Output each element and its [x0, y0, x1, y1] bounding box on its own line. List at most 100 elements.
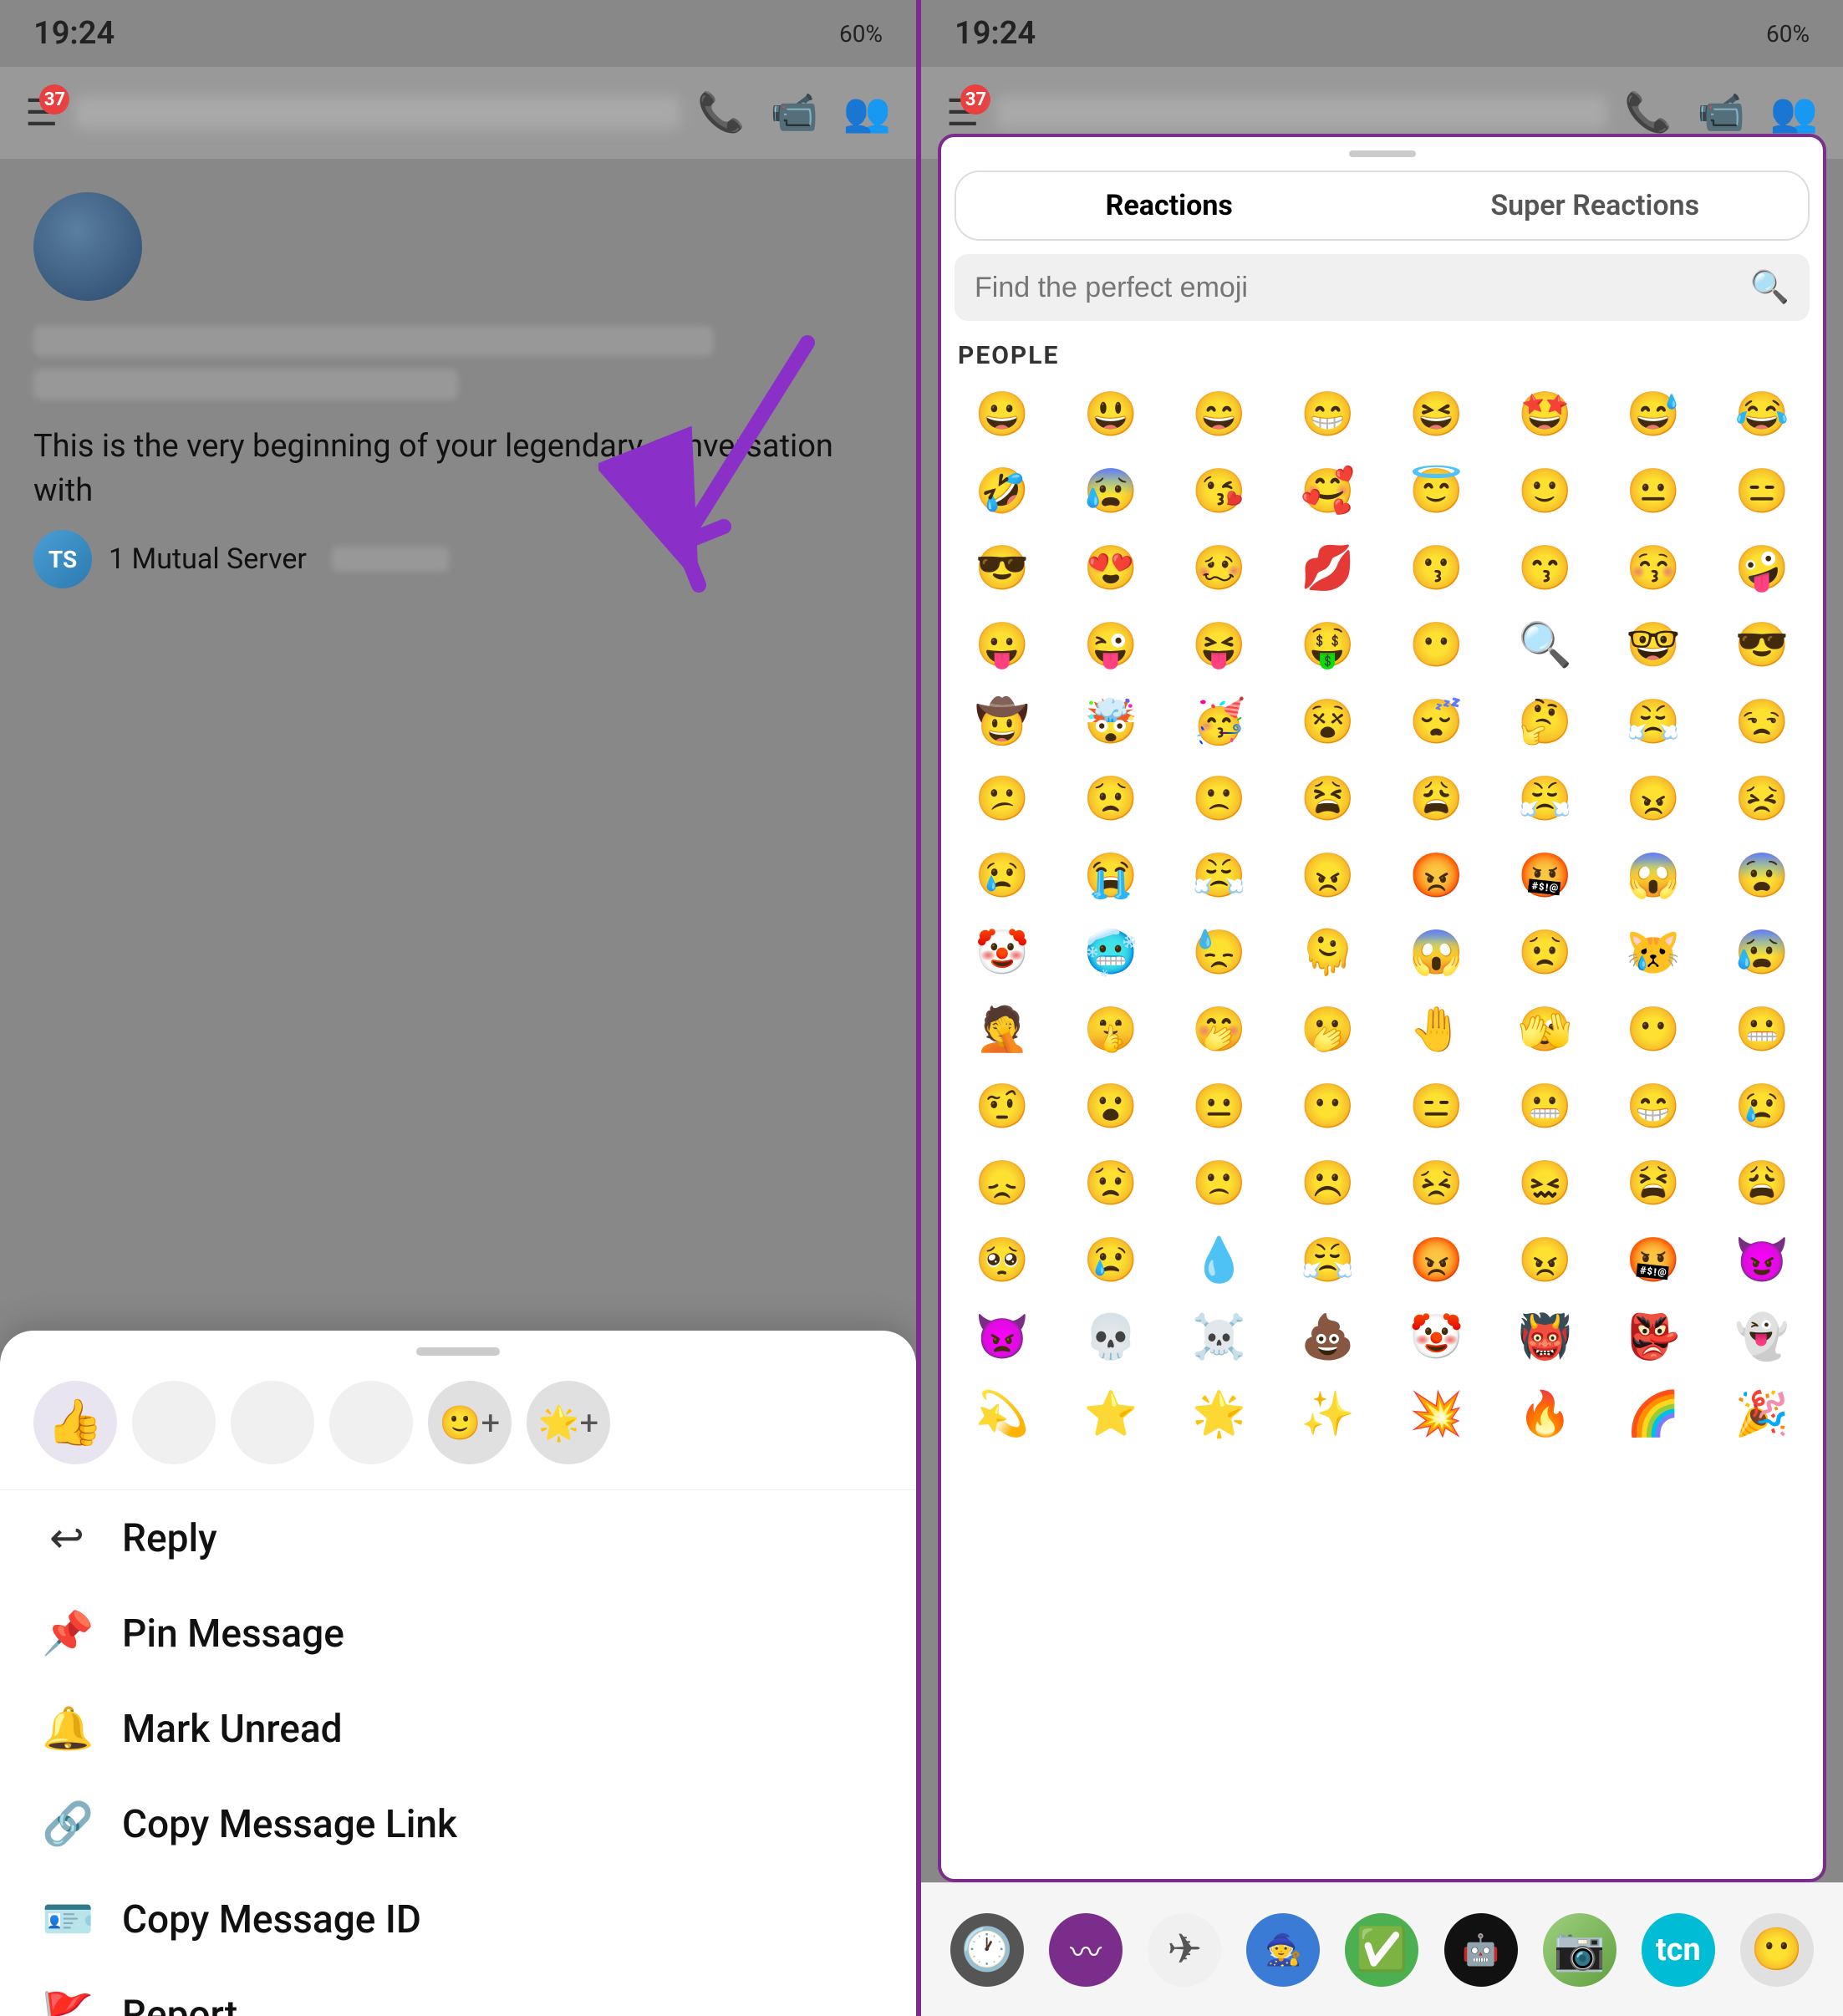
- emoji-cell-63[interactable]: 😰: [1709, 915, 1815, 989]
- add-reaction-button[interactable]: 🙂+: [428, 1381, 512, 1464]
- emoji-cell-2[interactable]: 😄: [1167, 377, 1272, 451]
- video-icon[interactable]: 📹: [770, 90, 817, 135]
- nav-paper-icon[interactable]: ✈: [1148, 1913, 1221, 1987]
- emoji-cell-66[interactable]: 🤭: [1167, 992, 1272, 1066]
- emoji-cell-73[interactable]: 😮: [1058, 1069, 1163, 1143]
- emoji-cell-110[interactable]: 🌈: [1601, 1377, 1706, 1450]
- emoji-cell-87[interactable]: 😩: [1709, 1146, 1815, 1219]
- emoji-cell-43[interactable]: 😫: [1275, 761, 1381, 835]
- emoji-cell-8[interactable]: 🤣: [950, 454, 1055, 527]
- quick-emoji-2[interactable]: [132, 1381, 216, 1464]
- emoji-cell-4[interactable]: 😆: [1384, 377, 1489, 451]
- emoji-cell-48[interactable]: 😢: [950, 838, 1055, 912]
- emoji-cell-103[interactable]: 👻: [1709, 1300, 1815, 1373]
- emoji-cell-31[interactable]: 😎: [1709, 608, 1815, 681]
- emoji-cell-83[interactable]: ☹️: [1275, 1146, 1381, 1219]
- emoji-cell-70[interactable]: 😶: [1601, 992, 1706, 1066]
- emoji-cell-40[interactable]: 😕: [950, 761, 1055, 835]
- emoji-cell-92[interactable]: 😡: [1384, 1223, 1489, 1296]
- emoji-cell-17[interactable]: 😍: [1058, 531, 1163, 604]
- emoji-cell-28[interactable]: 😶: [1384, 608, 1489, 681]
- emoji-cell-98[interactable]: ☠️: [1167, 1300, 1272, 1373]
- menu-item-reply[interactable]: ↩ Reply: [0, 1490, 916, 1586]
- emoji-cell-44[interactable]: 😩: [1384, 761, 1489, 835]
- emoji-cell-1[interactable]: 😃: [1058, 377, 1163, 451]
- emoji-cell-45[interactable]: 😤: [1492, 761, 1597, 835]
- emoji-cell-99[interactable]: 💩: [1275, 1300, 1381, 1373]
- emoji-cell-54[interactable]: 😱: [1601, 838, 1706, 912]
- emoji-cell-50[interactable]: 😤: [1167, 838, 1272, 912]
- emoji-cell-78[interactable]: 😁: [1601, 1069, 1706, 1143]
- emoji-cell-65[interactable]: 🤫: [1058, 992, 1163, 1066]
- emoji-cell-106[interactable]: 🌟: [1167, 1377, 1272, 1450]
- call-icon-right[interactable]: 📞: [1624, 90, 1672, 135]
- emoji-cell-80[interactable]: 😞: [950, 1146, 1055, 1219]
- emoji-cell-55[interactable]: 😨: [1709, 838, 1815, 912]
- emoji-cell-10[interactable]: 😘: [1167, 454, 1272, 527]
- emoji-cell-23[interactable]: 🤪: [1709, 531, 1815, 604]
- emoji-cell-13[interactable]: 🙂: [1492, 454, 1597, 527]
- emoji-cell-96[interactable]: 👿: [950, 1300, 1055, 1373]
- quick-emoji-thumbsup[interactable]: 👍: [33, 1381, 117, 1464]
- emoji-cell-22[interactable]: 😚: [1601, 531, 1706, 604]
- emoji-cell-16[interactable]: 😎: [950, 531, 1055, 604]
- menu-item-report[interactable]: 🚩 Report: [0, 1968, 916, 2016]
- emoji-cell-30[interactable]: 🤓: [1601, 608, 1706, 681]
- emoji-cell-68[interactable]: 🤚: [1384, 992, 1489, 1066]
- emoji-cell-107[interactable]: ✨: [1275, 1377, 1381, 1450]
- emoji-cell-5[interactable]: 🤩: [1492, 377, 1597, 451]
- emoji-cell-105[interactable]: ⭐: [1058, 1377, 1163, 1450]
- menu-item-copy-link[interactable]: 🔗 Copy Message Link: [0, 1777, 916, 1872]
- emoji-cell-93[interactable]: 😠: [1492, 1223, 1597, 1296]
- quick-emoji-3[interactable]: [231, 1381, 314, 1464]
- emoji-cell-104[interactable]: 💫: [950, 1377, 1055, 1450]
- video-icon-right[interactable]: 📹: [1697, 90, 1744, 135]
- nav-wave-icon[interactable]: 〰: [1049, 1913, 1123, 1987]
- emoji-cell-3[interactable]: 😁: [1275, 377, 1381, 451]
- nav-photo-icon[interactable]: 📷: [1543, 1913, 1616, 1987]
- nav-recent-icon[interactable]: 🕐: [950, 1913, 1024, 1987]
- emoji-cell-84[interactable]: 😣: [1384, 1146, 1489, 1219]
- emoji-cell-29[interactable]: 🔍: [1492, 608, 1597, 681]
- emoji-cell-91[interactable]: 😤: [1275, 1223, 1381, 1296]
- emoji-cell-95[interactable]: 😈: [1709, 1223, 1815, 1296]
- emoji-cell-56[interactable]: 🤡: [950, 915, 1055, 989]
- menu-badge-left[interactable]: ☰ 37: [25, 91, 58, 135]
- emoji-cell-36[interactable]: 😴: [1384, 685, 1489, 758]
- emoji-cell-89[interactable]: 😢: [1058, 1223, 1163, 1296]
- emoji-cell-42[interactable]: 🙁: [1167, 761, 1272, 835]
- emoji-cell-53[interactable]: 🤬: [1492, 838, 1597, 912]
- emoji-cell-39[interactable]: 😒: [1709, 685, 1815, 758]
- nav-checklist-icon[interactable]: ✅: [1345, 1913, 1418, 1987]
- emoji-cell-111[interactable]: 🎉: [1709, 1377, 1815, 1450]
- emoji-search-input[interactable]: [975, 272, 1737, 304]
- emoji-cell-75[interactable]: 😶: [1275, 1069, 1381, 1143]
- emoji-cell-64[interactable]: 🤦: [950, 992, 1055, 1066]
- emoji-cell-32[interactable]: 🤠: [950, 685, 1055, 758]
- menu-item-mark-unread[interactable]: 🔔 Mark Unread: [0, 1682, 916, 1777]
- emoji-cell-14[interactable]: 😐: [1601, 454, 1706, 527]
- emoji-cell-97[interactable]: 💀: [1058, 1300, 1163, 1373]
- tab-super-reactions[interactable]: Super Reactions: [1382, 172, 1809, 239]
- emoji-cell-59[interactable]: 🫠: [1275, 915, 1381, 989]
- emoji-cell-7[interactable]: 😂: [1709, 377, 1815, 451]
- emoji-cell-67[interactable]: 🫢: [1275, 992, 1381, 1066]
- emoji-cell-47[interactable]: 😣: [1709, 761, 1815, 835]
- emoji-cell-62[interactable]: 😿: [1601, 915, 1706, 989]
- emoji-cell-71[interactable]: 😬: [1709, 992, 1815, 1066]
- emoji-cell-101[interactable]: 👹: [1492, 1300, 1597, 1373]
- emoji-cell-109[interactable]: 🔥: [1492, 1377, 1597, 1450]
- emoji-cell-24[interactable]: 😛: [950, 608, 1055, 681]
- menu-badge-right[interactable]: ☰ 37: [946, 91, 979, 135]
- emoji-cell-21[interactable]: 😙: [1492, 531, 1597, 604]
- add-super-reaction-button[interactable]: 🌟+: [527, 1381, 610, 1464]
- emoji-cell-61[interactable]: 😟: [1492, 915, 1597, 989]
- emoji-cell-81[interactable]: 😟: [1058, 1146, 1163, 1219]
- emoji-cell-72[interactable]: 🤨: [950, 1069, 1055, 1143]
- nav-smiley-icon[interactable]: 😶: [1740, 1913, 1814, 1987]
- members-icon-right[interactable]: 👥: [1770, 90, 1818, 135]
- tab-reactions[interactable]: Reactions: [956, 172, 1382, 239]
- emoji-cell-58[interactable]: 😓: [1167, 915, 1272, 989]
- emoji-cell-79[interactable]: 😢: [1709, 1069, 1815, 1143]
- menu-item-pin[interactable]: 📌 Pin Message: [0, 1586, 916, 1682]
